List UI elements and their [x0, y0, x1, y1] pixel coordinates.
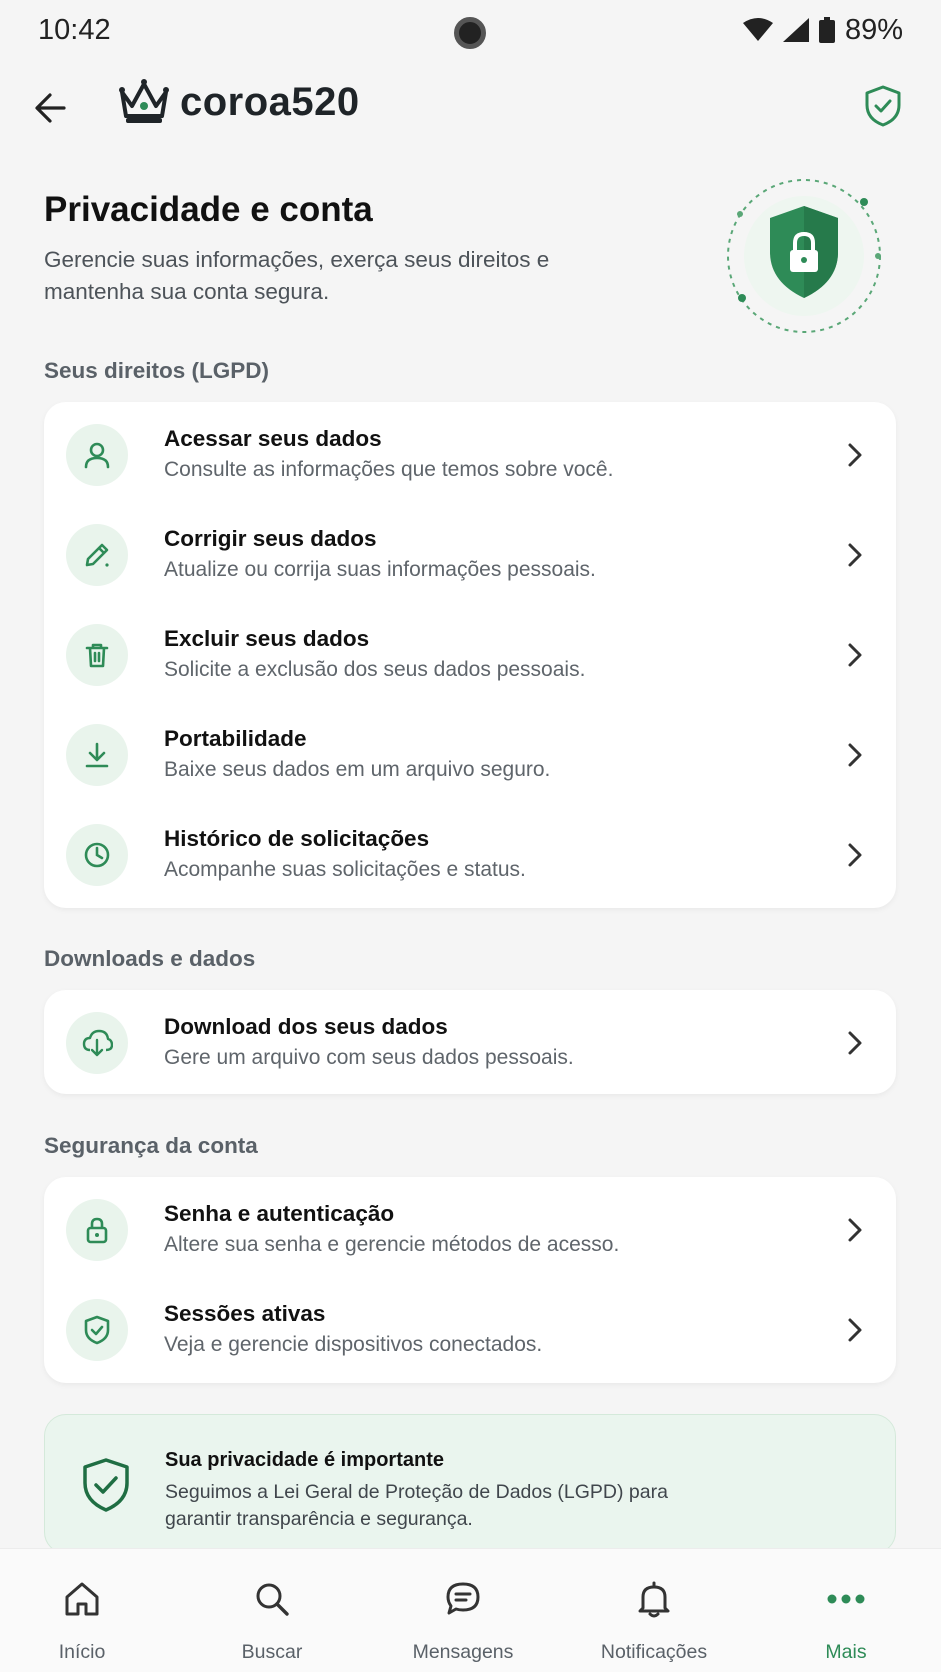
item-title: Excluir seus dados [164, 626, 370, 651]
battery-icon [818, 17, 835, 43]
trash-icon [66, 624, 128, 686]
app-bar: coroa520 [0, 70, 941, 142]
nav-item-more[interactable]: Mais [752, 1549, 940, 1672]
security-card: Senha e autenticação Altere sua senha e … [44, 1177, 896, 1383]
search-icon [252, 1579, 292, 1619]
clock-icon [66, 824, 128, 886]
battery-level: 89% [844, 13, 903, 46]
list-item-correct-data[interactable]: Corrigir seus dados Atualize ou corrija … [44, 504, 896, 604]
list-item-portability[interactable]: Portabilidade Baixe seus dados em um arq… [44, 704, 896, 804]
list-item-delete-data[interactable]: Excluir seus dados Solicite a exclusão d… [44, 604, 896, 704]
cloud-download-icon [66, 1012, 128, 1074]
message-icon [443, 1579, 483, 1619]
chevron-right-icon [848, 1218, 862, 1242]
item-title: Portabilidade [164, 726, 307, 751]
chevron-right-icon [848, 543, 862, 567]
status-time: 10:42 [38, 13, 111, 46]
list-item-password[interactable]: Senha e autenticação Altere sua senha e … [44, 1179, 896, 1279]
chevron-right-icon [848, 443, 862, 467]
chevron-right-icon [848, 643, 862, 667]
nav-label: Notificações [600, 1641, 708, 1663]
item-description: Gere um arquivo com seus dados pessoais. [164, 1046, 574, 1069]
item-title: Corrigir seus dados [164, 526, 377, 551]
pencil-icon [66, 524, 128, 586]
status-icons: 89% [742, 13, 903, 47]
back-button[interactable] [30, 86, 74, 130]
item-title: Histórico de solicitações [164, 826, 430, 851]
app-logo: coroa520 [118, 78, 360, 126]
shield-check-icon[interactable] [863, 84, 903, 128]
info-text: Seguimos a Lei Geral de Proteção de Dado… [165, 1481, 668, 1530]
list-item-active-sessions[interactable]: Sessões ativas Veja e gerencie dispositi… [44, 1279, 896, 1379]
nav-item-home[interactable]: Início [0, 1549, 176, 1672]
item-description: Atualize ou corrija suas informações pes… [164, 558, 596, 581]
item-description: Consulte as informações que temos sobre … [164, 458, 614, 481]
nav-label: Mais [825, 1641, 867, 1663]
shield-check-icon [66, 1299, 128, 1361]
list-item-access-data[interactable]: Acessar seus dados Consulte as informaçõ… [44, 404, 896, 504]
shield-lock-illustration [727, 179, 881, 333]
nav-item-notifications[interactable]: Notificações [560, 1549, 748, 1672]
downloads-card: Download dos seus dados Gere um arquivo … [44, 990, 896, 1094]
user-icon [66, 424, 128, 486]
bell-icon [634, 1579, 674, 1619]
nav-label: Buscar [241, 1641, 303, 1663]
chevron-right-icon [848, 1031, 862, 1055]
list-item-download-data[interactable]: Download dos seus dados Gere um arquivo … [44, 992, 896, 1092]
item-description: Veja e gerencie dispositivos conectados. [164, 1333, 543, 1356]
home-icon [62, 1579, 102, 1619]
more-icon [826, 1579, 866, 1619]
page-subtitle: Gerencie suas informações, exerça seus d… [44, 247, 550, 304]
section-label-security: Segurança da conta [44, 1133, 258, 1158]
chevron-right-icon [848, 743, 862, 767]
item-title: Acessar seus dados [164, 426, 382, 451]
page-title: Privacidade e conta [44, 190, 373, 229]
nav-label: Início [58, 1641, 106, 1663]
section-label-downloads: Downloads e dados [44, 946, 256, 971]
camera-cutout [454, 17, 486, 49]
lock-icon [66, 1199, 128, 1261]
bottom-navigation: Início Buscar Mensagens Notificações Mai… [0, 1548, 941, 1672]
shield-check-icon [83, 1458, 129, 1512]
item-description: Altere sua senha e gerencie métodos de a… [164, 1233, 620, 1256]
rights-card: Acessar seus dados Consulte as informaçõ… [44, 402, 896, 908]
download-icon [66, 724, 128, 786]
item-title: Senha e autenticação [164, 1201, 395, 1226]
item-description: Baixe seus dados em um arquivo seguro. [164, 758, 551, 781]
wifi-icon [742, 18, 773, 41]
chevron-right-icon [848, 843, 862, 867]
chevron-right-icon [848, 1318, 862, 1342]
nav-item-search[interactable]: Buscar [178, 1549, 366, 1672]
page-header: Privacidade e conta Gerencie suas inform… [44, 190, 644, 308]
item-title: Download dos seus dados [164, 1014, 448, 1039]
nav-item-messages[interactable]: Mensagens [369, 1549, 557, 1672]
info-title: Sua privacidade é importante [165, 1449, 444, 1471]
item-description: Solicite a exclusão dos seus dados pesso… [164, 658, 586, 681]
nav-label: Mensagens [412, 1641, 514, 1663]
item-description: Acompanhe suas solicitações e status. [164, 858, 526, 881]
section-label-rights: Seus direitos (LGPD) [44, 358, 270, 383]
logo-text: coroa520 [180, 79, 360, 124]
item-title: Sessões ativas [164, 1301, 326, 1326]
signal-icon [782, 18, 809, 42]
crown-icon [119, 79, 169, 123]
list-item-request-history[interactable]: Histórico de solicitações Acompanhe suas… [44, 804, 896, 904]
privacy-info-banner: Sua privacidade é importante Seguimos a … [44, 1414, 896, 1554]
